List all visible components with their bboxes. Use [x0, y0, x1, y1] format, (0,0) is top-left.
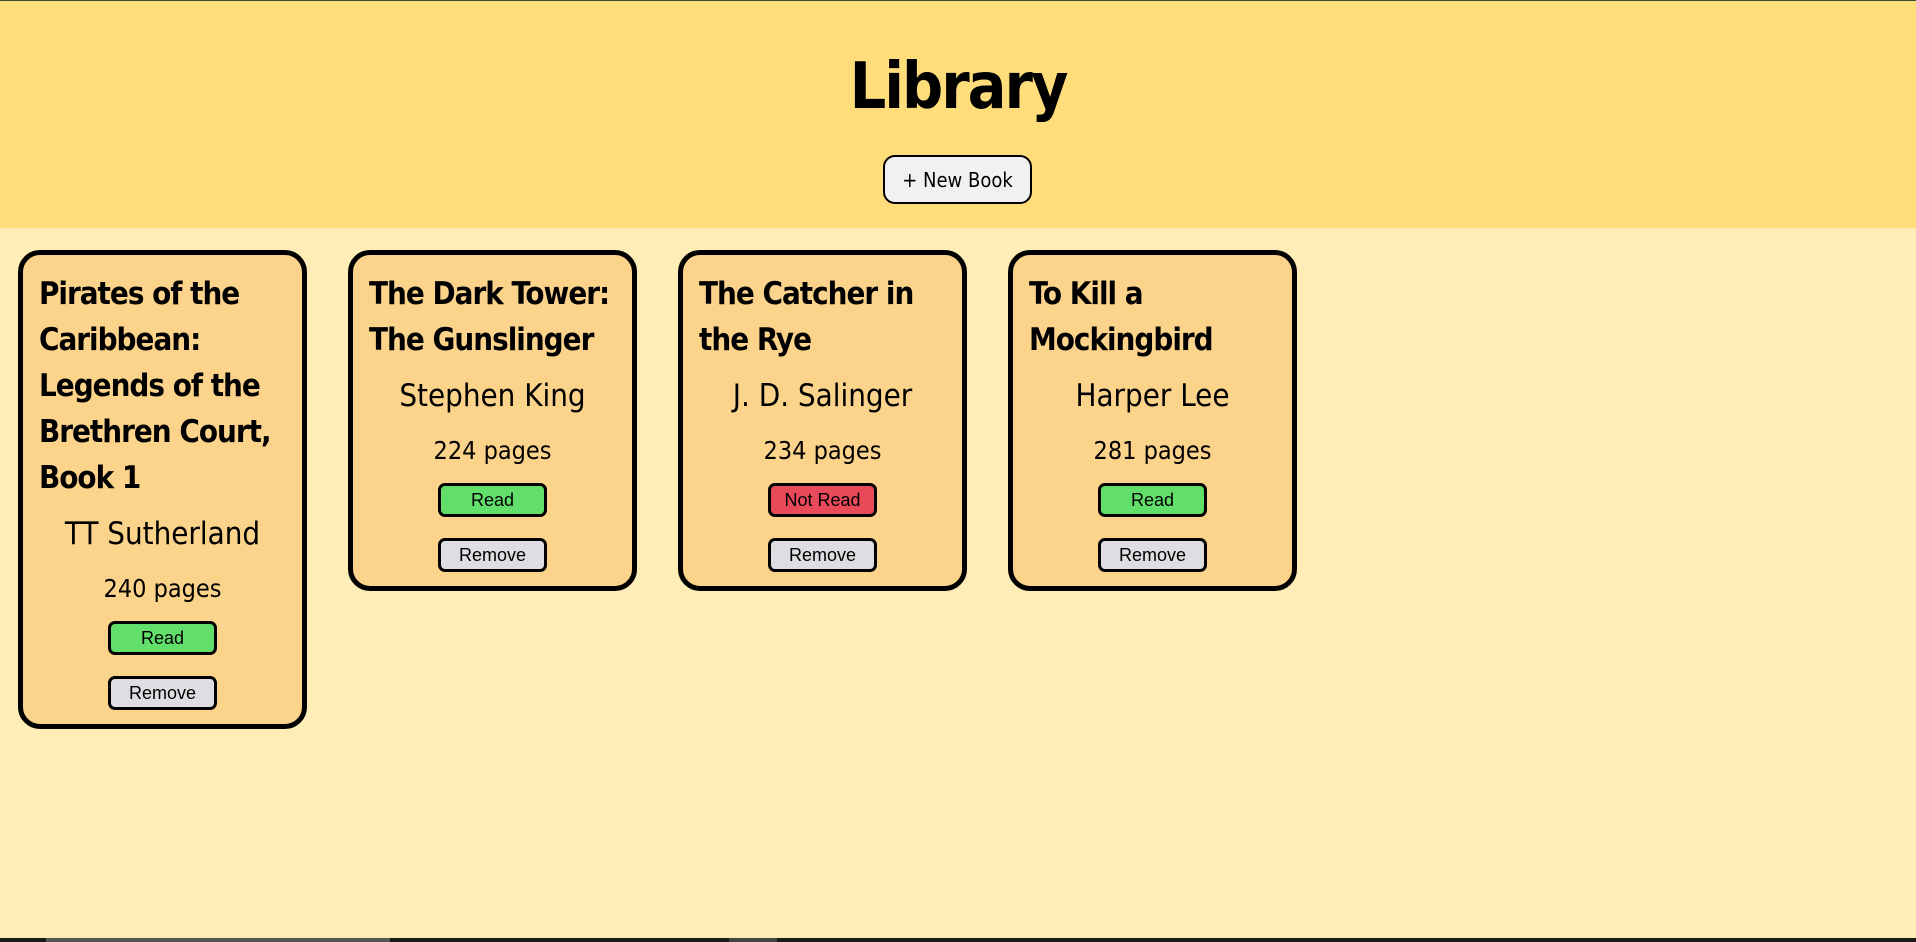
- book-card: To Kill a Mockingbird Harper Lee 281 pag…: [1008, 250, 1297, 591]
- book-title: To Kill a Mockingbird: [1029, 276, 1214, 358]
- book-author: Stephen King: [399, 378, 586, 414]
- remove-button[interactable]: Remove: [1098, 538, 1207, 572]
- remove-button[interactable]: Remove: [768, 538, 877, 572]
- book-card: The Dark Tower: The Gunslinger Stephen K…: [348, 250, 637, 591]
- bottom-scrollbar: [0, 938, 1916, 942]
- book-pages: 240 pages: [103, 574, 222, 603]
- read-status-button[interactable]: Not Read: [768, 483, 877, 517]
- remove-button[interactable]: Remove: [438, 538, 547, 572]
- book-author: TT Sutherland: [64, 516, 261, 552]
- scrollbar-segment: [46, 938, 390, 942]
- new-book-button[interactable]: + New Book: [883, 155, 1032, 204]
- book-card: Pirates of the Caribbean: Legends of the…: [18, 250, 307, 729]
- page-header: Library + New Book: [0, 1, 1916, 228]
- read-status-button[interactable]: Read: [438, 483, 547, 517]
- remove-button[interactable]: Remove: [108, 676, 217, 710]
- book-author: Harper Lee: [1075, 378, 1230, 414]
- book-title: The Dark Tower: The Gunslinger: [369, 276, 610, 358]
- book-author: J. D. Salinger: [732, 378, 913, 414]
- book-pages: 234 pages: [763, 436, 882, 465]
- book-title: The Catcher in the Rye: [699, 276, 914, 358]
- read-status-button[interactable]: Read: [1098, 483, 1207, 517]
- scrollbar-segment: [729, 938, 777, 942]
- page-title: Library: [849, 50, 1069, 124]
- book-pages: 281 pages: [1093, 436, 1212, 465]
- book-title: Pirates of the Caribbean: Legends of the…: [39, 276, 272, 496]
- read-status-button[interactable]: Read: [108, 621, 217, 655]
- book-pages: 224 pages: [433, 436, 552, 465]
- book-card: The Catcher in the Rye J. D. Salinger 23…: [678, 250, 967, 591]
